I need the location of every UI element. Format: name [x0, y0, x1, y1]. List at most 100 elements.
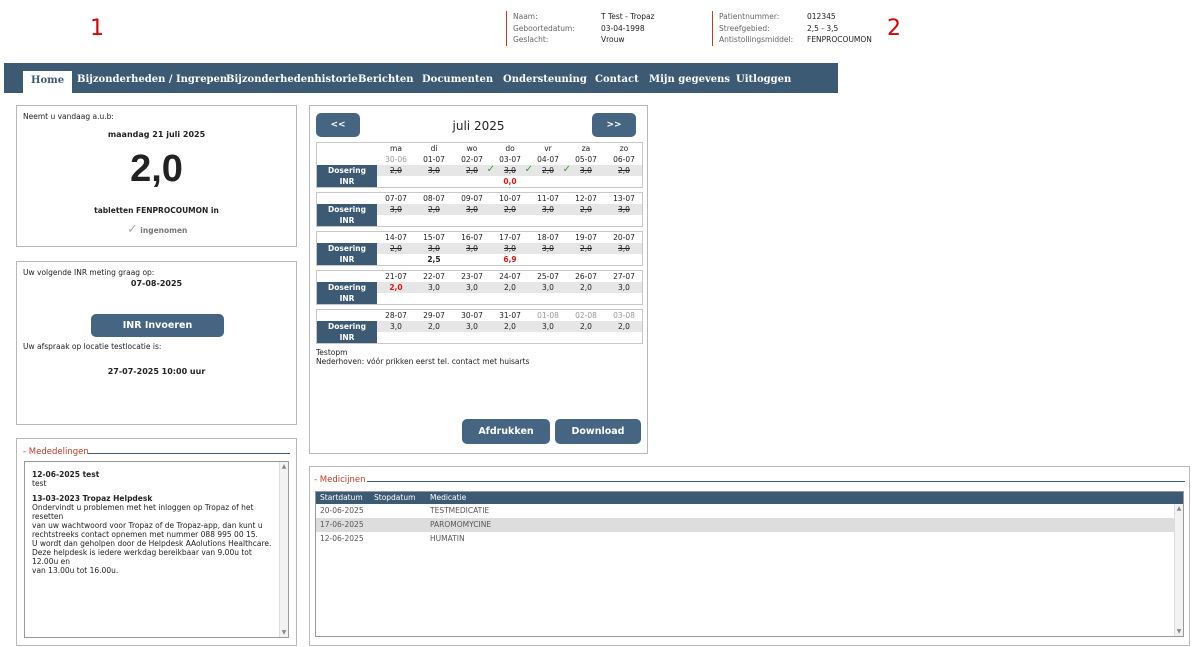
dose-cell[interactable]: 2,0 — [377, 243, 415, 254]
col-stopdatum[interactable]: Stopdatum — [374, 492, 430, 504]
dose-cell[interactable]: 3,0 — [415, 165, 453, 176]
nav-ondersteuning[interactable]: Ondersteuning — [503, 70, 587, 93]
calendar-date[interactable]: 16-07 — [453, 232, 491, 243]
dose-cell[interactable]: 2,0 ✓ — [529, 164, 571, 176]
table-row[interactable]: 17-06-2025 PAROMOMYCINE — [316, 518, 1174, 532]
medicines-scrollbar[interactable]: ▲ ▼ — [1174, 504, 1183, 636]
calendar-date[interactable]: 02-07 — [453, 154, 491, 165]
dose-cell[interactable]: 3,0 — [453, 204, 491, 215]
dose-cell[interactable]: 2,0 — [567, 321, 605, 332]
calendar-date[interactable]: 07-07 — [377, 193, 415, 204]
calendar-date[interactable]: 30-07 — [453, 310, 491, 321]
calendar-date[interactable]: 28-07 — [377, 310, 415, 321]
dose-cell[interactable]: 3,0 — [529, 282, 567, 293]
nav-bijzonderhedenhistorie[interactable]: Bijzonderhedenhistorie — [226, 70, 358, 93]
calendar-date[interactable]: 08-07 — [415, 193, 453, 204]
dose-cell[interactable]: 3,0 — [415, 243, 453, 254]
nav-contact[interactable]: Contact — [595, 70, 639, 93]
dose-cell[interactable]: 3,0 — [377, 204, 415, 215]
dose-cell[interactable]: 2,0 — [567, 243, 605, 254]
calendar-date[interactable]: 25-07 — [529, 271, 567, 282]
scroll-up-icon[interactable]: ▲ — [1175, 505, 1183, 512]
calendar-date[interactable]: 09-07 — [453, 193, 491, 204]
calendar-date[interactable]: 24-07 — [491, 271, 529, 282]
dose-cell[interactable]: 3,0 — [377, 321, 415, 332]
print-button[interactable]: Afdrukken — [462, 419, 550, 444]
calendar-date[interactable]: 19-07 — [567, 232, 605, 243]
messages-list[interactable]: 12-06-2025 test test 13-03-2023 Tropaz H… — [24, 461, 289, 638]
dose-cell[interactable]: 2,0 — [605, 165, 643, 176]
dose-cell[interactable]: 2,0 — [491, 204, 529, 215]
calendar-date[interactable]: 11-07 — [529, 193, 567, 204]
download-button[interactable]: Download — [555, 419, 641, 444]
dose-cell[interactable]: 3,0 — [605, 243, 643, 254]
messages-scrollbar[interactable]: ▲ ▼ — [279, 462, 288, 637]
scroll-down-icon[interactable]: ▼ — [280, 629, 288, 636]
calendar-date[interactable]: 10-07 — [491, 193, 529, 204]
dose-cell[interactable]: 2,0 — [491, 282, 529, 293]
table-row[interactable]: 20-06-2025 TESTMEDICATIE — [316, 504, 1174, 518]
nav-uitloggen[interactable]: Uitloggen — [736, 70, 791, 93]
calendar-date[interactable]: 22-07 — [415, 271, 453, 282]
dose-cell[interactable]: 2,0 — [377, 282, 415, 293]
table-row[interactable]: 12-06-2025 HUMATIN — [316, 532, 1174, 546]
calendar-date[interactable]: 23-07 — [453, 271, 491, 282]
dose-cell[interactable]: 2,0 — [605, 321, 643, 332]
col-medicatie[interactable]: Medicatie — [430, 492, 466, 504]
dose-cell[interactable]: 3,0 — [529, 321, 567, 332]
calendar-date[interactable]: 03-08 — [605, 310, 643, 321]
next-month-button[interactable]: >> — [592, 113, 636, 137]
calendar-date[interactable]: 15-07 — [415, 232, 453, 243]
calendar-date[interactable]: 26-07 — [567, 271, 605, 282]
dose-value: 3,0 — [466, 205, 478, 214]
calendar-date[interactable]: 21-07 — [377, 271, 415, 282]
calendar-date[interactable]: 17-07 — [491, 232, 529, 243]
taken-checkbox[interactable]: ✓ ingenomen — [127, 222, 187, 237]
nav-home[interactable]: Home — [23, 71, 73, 94]
dose-cell[interactable]: 3,0 — [453, 321, 491, 332]
dose-cell[interactable]: 2,0 — [415, 204, 453, 215]
col-startdatum[interactable]: Startdatum — [316, 492, 374, 504]
dose-cell[interactable]: 3,0 — [453, 243, 491, 254]
dose-cell[interactable]: 3,0 — [605, 204, 643, 215]
dose-cell[interactable]: 3,0 — [605, 282, 643, 293]
calendar-date[interactable]: 14-07 — [377, 232, 415, 243]
dose-cell[interactable]: 3,0 — [491, 243, 529, 254]
scroll-down-icon[interactable]: ▼ — [1175, 628, 1183, 635]
calendar-date[interactable]: 02-08 — [567, 310, 605, 321]
dose-cell[interactable]: 2,0 — [567, 204, 605, 215]
calendar-date[interactable]: 03-07 — [491, 154, 529, 165]
dose-cell[interactable]: 3,0 — [415, 282, 453, 293]
anticoagulant-value: FENPROCOUMON — [807, 35, 872, 44]
calendar-date[interactable]: 31-07 — [491, 310, 529, 321]
calendar-date[interactable]: 20-07 — [605, 232, 643, 243]
inr-invoeren-button[interactable]: INR Invoeren — [91, 314, 224, 337]
dose-cell[interactable]: 2,0 ✓ — [453, 164, 495, 176]
calendar-date[interactable]: 06-07 — [605, 154, 643, 165]
calendar-date[interactable]: 18-07 — [529, 232, 567, 243]
calendar-date[interactable]: 12-07 — [567, 193, 605, 204]
dose-cell[interactable]: 3,0 ✓ — [491, 164, 533, 176]
calendar-date[interactable]: 13-07 — [605, 193, 643, 204]
calendar-date[interactable]: 01-08 — [529, 310, 567, 321]
calendar-date[interactable]: 05-07 — [567, 154, 605, 165]
dose-cell[interactable]: 3,0 — [567, 165, 605, 176]
dose-cell[interactable]: 2,0 — [415, 321, 453, 332]
nav-bijzonderheden[interactable]: Bijzonderheden / Ingrepen — [77, 70, 227, 93]
nav-berichten[interactable]: Berichten — [358, 70, 414, 93]
nav-documenten[interactable]: Documenten — [422, 70, 493, 93]
dose-cell[interactable]: 3,0 — [529, 204, 567, 215]
calendar-date[interactable]: 04-07 — [529, 154, 567, 165]
dose-cell[interactable]: 3,0 — [529, 243, 567, 254]
dose-cell[interactable]: 3,0 — [453, 282, 491, 293]
scroll-up-icon[interactable]: ▲ — [280, 463, 288, 470]
calendar-date[interactable]: 30-06 — [377, 154, 415, 165]
calendar-date[interactable]: 01-07 — [415, 154, 453, 165]
calendar-date[interactable]: 29-07 — [415, 310, 453, 321]
calendar-date[interactable]: 27-07 — [605, 271, 643, 282]
dose-cell[interactable]: 2,0 — [491, 321, 529, 332]
message-body-line: Ondervindt u problemen met het inloggen … — [32, 503, 254, 521]
dose-cell[interactable]: 2,0 — [377, 165, 415, 176]
nav-mijn-gegevens[interactable]: Mijn gegevens — [649, 70, 730, 93]
dose-cell[interactable]: 2,0 — [567, 282, 605, 293]
